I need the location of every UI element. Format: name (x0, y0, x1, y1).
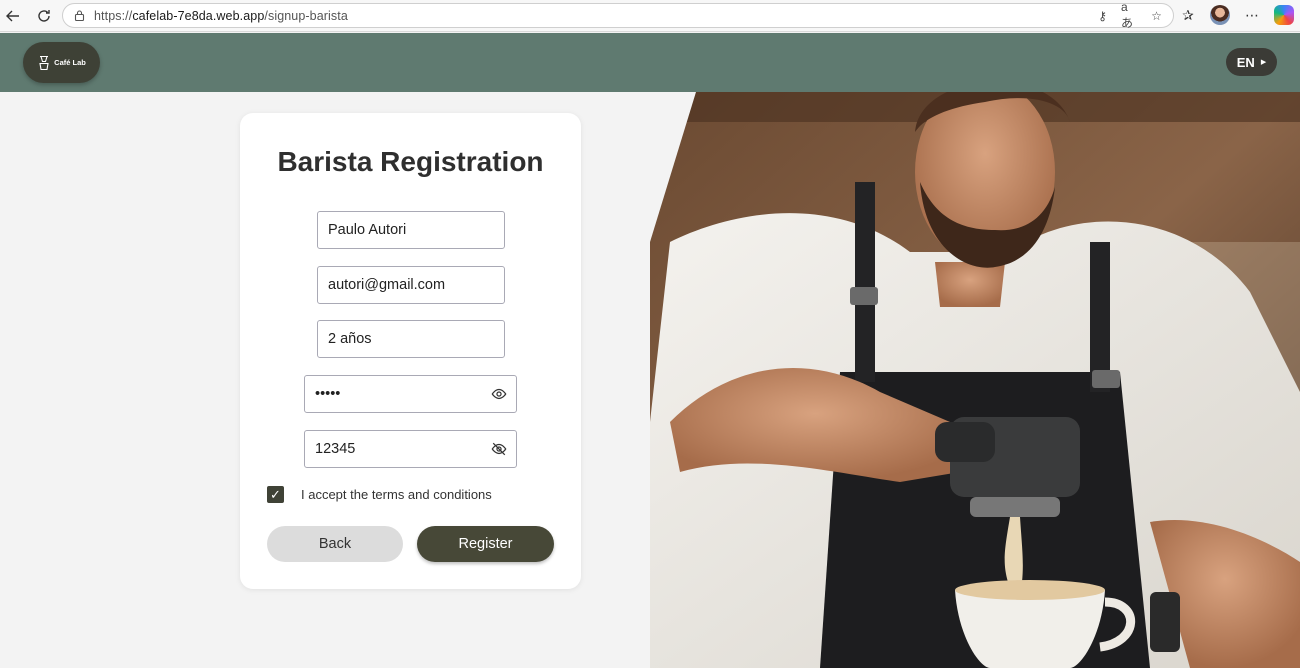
logo-text: Café Lab (54, 58, 86, 67)
barista-photo (650, 92, 1300, 668)
refresh-icon[interactable] (33, 5, 55, 27)
name-field[interactable] (317, 211, 505, 249)
caret-right-icon: ▶ (1260, 59, 1267, 66)
language-selector[interactable]: EN ▶ (1226, 48, 1277, 76)
profile-avatar[interactable] (1210, 5, 1230, 25)
address-bar[interactable]: https://cafelab-7e8da.web.app/signup-bar… (62, 0, 1174, 30)
eye-slash-icon[interactable] (490, 440, 508, 458)
back-button[interactable]: Back (267, 526, 403, 562)
url-text: https://cafelab-7e8da.web.app/signup-bar… (94, 8, 348, 23)
key-icon[interactable]: ⚷ (1094, 7, 1111, 24)
registration-card: Barista Registration ✓ I accept the term… (240, 113, 581, 589)
terms-checkbox[interactable]: ✓ (267, 486, 284, 503)
password-confirm-field[interactable] (304, 430, 517, 468)
password-field[interactable] (304, 375, 517, 413)
more-menu-icon[interactable]: ⋯ (1242, 5, 1262, 25)
back-arrow-icon[interactable] (2, 5, 24, 27)
email-field[interactable] (317, 266, 505, 304)
app-header: Café Lab EN ▶ (0, 33, 1300, 92)
logo[interactable]: Café Lab (23, 42, 100, 83)
coffee-dripper-icon (39, 55, 49, 70)
register-button[interactable]: Register (417, 526, 554, 562)
star-icon[interactable]: ☆ (1148, 7, 1165, 24)
browser-toolbar: https://cafelab-7e8da.web.app/signup-bar… (0, 0, 1300, 32)
copilot-icon[interactable] (1274, 5, 1294, 25)
page-title: Barista Registration (277, 146, 544, 177)
experience-field[interactable] (317, 320, 505, 358)
favorites-icon[interactable]: ✰ (1178, 5, 1198, 25)
eye-icon[interactable] (490, 385, 508, 403)
language-label: EN (1236, 54, 1255, 70)
terms-label: I accept the terms and conditions (301, 487, 492, 502)
lock-icon[interactable] (73, 9, 86, 22)
translate-icon[interactable]: aあ (1121, 0, 1138, 30)
